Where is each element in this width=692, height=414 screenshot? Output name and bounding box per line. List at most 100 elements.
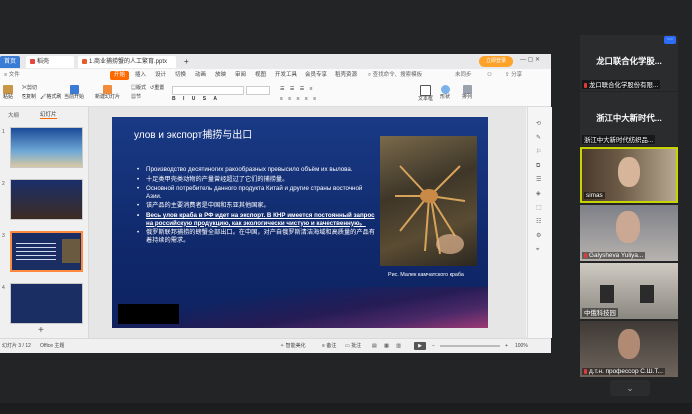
theme-name: Office 主题 [40, 343, 65, 349]
view-buttons[interactable]: ▤ ▦ ▥ [372, 339, 404, 353]
participant-label: 龙口联合化学股份有限... [582, 80, 661, 89]
paste-label: 粘贴 [3, 94, 14, 100]
participant-label-text: simas [586, 192, 603, 199]
participant-tile-2[interactable]: 浙江中大新时代... 浙江中大新时代纺织品... [580, 92, 678, 146]
section-button[interactable]: ▦节 [131, 94, 141, 101]
notes-button[interactable]: ≡ 备注 [322, 339, 336, 353]
menu-member[interactable]: 会员专享 [305, 69, 327, 82]
align-buttons[interactable]: ≡ ≡ ≡ ≡ ≡ [280, 96, 318, 103]
zoom-slider[interactable] [440, 345, 500, 347]
king-crab-photo [380, 136, 477, 266]
participant-label-text: д.т.н. профессор С.Ш.Т... [589, 368, 663, 375]
status-bar: 幻灯片 3 / 12 Office 主题 ✧ 智能美化 ≡ 备注 ▭ 批注 ▤ … [0, 338, 551, 353]
arrange-icon [462, 85, 472, 94]
tab-document-label: 1.商业捕捞蟹的人工繁育.pptx [89, 59, 168, 65]
reset-button[interactable]: ↺重置 [150, 85, 164, 92]
participant-label-text: 中俄科技园 [584, 310, 616, 317]
thumb-text-lines [16, 243, 56, 263]
tab-docer-label: 稻壳 [37, 59, 50, 65]
notes-icon: ≡ [322, 343, 325, 349]
docer-icon [30, 58, 35, 64]
new-slide-label: 新建幻灯片 [95, 94, 121, 100]
clipboard-icon [3, 85, 13, 94]
menu-developer[interactable]: 开发工具 [275, 69, 297, 82]
font-family-select[interactable] [172, 86, 244, 95]
share-button[interactable]: ⇪ 分享 [505, 69, 522, 82]
slide-thumbnail-3[interactable] [10, 231, 83, 272]
meeting-control-bar [0, 403, 692, 414]
menu-slideshow[interactable]: 放映 [215, 69, 226, 82]
participant-tile-6[interactable]: д.т.н. профессор С.Ш.Т... [580, 321, 678, 377]
more-options-icon[interactable]: ⋯ [664, 36, 676, 44]
participant-tile-5[interactable]: 中俄科技园 [580, 263, 678, 319]
slide-thumbnail-4[interactable] [10, 283, 83, 324]
menu-review[interactable]: 审阅 [235, 69, 246, 82]
bullet-item: 十足类甲壳类动物的产量曾经超过了它们的捕捞量。 [136, 176, 376, 184]
arrange-label: 排列 [462, 94, 473, 100]
shape-button[interactable]: 形状 [440, 85, 450, 101]
thumb-number: 1 [2, 129, 5, 135]
tab-document[interactable]: 1.商业捕捞蟹的人工繁育.pptx [78, 56, 176, 68]
search-command-label: 查找命令、搜索模板 [372, 72, 423, 78]
slide-thumbnail-1[interactable] [10, 127, 83, 168]
slide-thumbnail-panel: 大纲 幻灯片 1 2 3 4 + [0, 107, 89, 338]
participant-tile-4[interactable]: Galysheva Yuliya... [580, 205, 678, 261]
paragraph-buttons[interactable]: ☰ ☰ ☰ ≡ [280, 86, 315, 93]
play-slideshow-button[interactable]: ▶ [414, 342, 426, 350]
cut-button[interactable]: ✂剪切 [22, 85, 37, 92]
scroll-down-chevron-icon[interactable]: ⌄ [610, 380, 650, 396]
file-menu[interactable]: ≡ 文件 [4, 69, 20, 82]
arrange-button[interactable]: 排列 [462, 85, 472, 101]
layout-button[interactable]: ▤版式 [131, 85, 146, 92]
tab-home[interactable]: 首页 [0, 56, 20, 68]
thumb-number: 2 [2, 181, 5, 187]
login-button[interactable]: 立即登录 [479, 56, 513, 67]
tab-outline[interactable]: 大纲 [8, 111, 19, 119]
search-command[interactable]: ⌕ 查找命令、搜索模板 [368, 69, 422, 82]
smart-beautify-label: 智能美化 [285, 343, 306, 349]
slide-thumbnail-2[interactable] [10, 179, 83, 220]
collab-icon[interactable]: ⚇ [487, 69, 492, 82]
tab-docer[interactable]: 稻壳 [26, 56, 74, 68]
thumb-photo [62, 239, 80, 263]
copy-label: 复制 [26, 94, 37, 100]
share-icon: ⇪ [505, 72, 510, 78]
menu-view[interactable]: 视图 [255, 69, 266, 82]
font-size-select[interactable] [246, 86, 270, 95]
zoom-in-button[interactable]: + [505, 339, 508, 353]
participant-label-text: 龙口联合化学股份有限... [589, 82, 659, 89]
bullet-item-bold: Весь улов краба в РФ идет на экспорт. В … [136, 212, 376, 227]
font-style-buttons[interactable]: B I U S A [172, 96, 220, 103]
zoom-out-button[interactable]: − [432, 339, 435, 353]
new-tab-button[interactable]: + [180, 56, 192, 68]
window-controls[interactable]: — ▢ ✕ [520, 56, 540, 63]
participant-label: д.т.н. профессор С.Ш.Т... [582, 368, 665, 375]
play-from-current-button[interactable]: 当前开始 [64, 85, 84, 101]
new-slide-button[interactable]: 新建幻灯片 [95, 85, 120, 101]
paste-button[interactable]: 粘贴 [3, 85, 13, 101]
participant-tile-3-active-speaker[interactable]: simas [580, 147, 678, 203]
menu-animation[interactable]: 动画 [195, 69, 206, 82]
smart-beautify-button[interactable]: ✧ 智能美化 [280, 339, 306, 353]
participant-tile-1[interactable]: 龙口联合化学股... 龙口联合化学股份有限... ⋯ [580, 35, 678, 91]
format-painter-button[interactable]: 🖌格式刷 [40, 94, 61, 101]
menu-transition[interactable]: 切换 [175, 69, 186, 82]
search-icon: ⌕ [368, 72, 372, 78]
participant-label: simas [584, 192, 605, 199]
add-slide-button[interactable]: + [38, 325, 44, 336]
textbox-button[interactable]: 文本框 [418, 85, 433, 103]
reset-label: 重置 [154, 85, 165, 91]
bullet-item: Основной потребитель данного продукта Ки… [136, 185, 376, 200]
menu-insert[interactable]: 插入 [135, 69, 146, 82]
menu-docer-resources[interactable]: 稻壳资源 [335, 69, 357, 82]
side-tool-icons[interactable]: ⟲ ✎ ⚐ ⧉ ☰ ◈ ⬚ ☷ ⚙ ⌖ [536, 117, 542, 257]
layout-label: 版式 [136, 85, 147, 91]
copy-button[interactable]: ⎘复制 [22, 94, 36, 101]
sync-status[interactable]: 未同步 [455, 69, 472, 82]
comments-button[interactable]: ▭ 批注 [345, 339, 361, 353]
participant-label: 浙江中大新时代纺织品... [582, 135, 656, 144]
menu-start[interactable]: 开始 [110, 71, 130, 80]
menu-design[interactable]: 设计 [155, 69, 166, 82]
format-painter-label: 格式刷 [46, 94, 62, 100]
tab-slides[interactable]: 幻灯片 [40, 110, 57, 119]
